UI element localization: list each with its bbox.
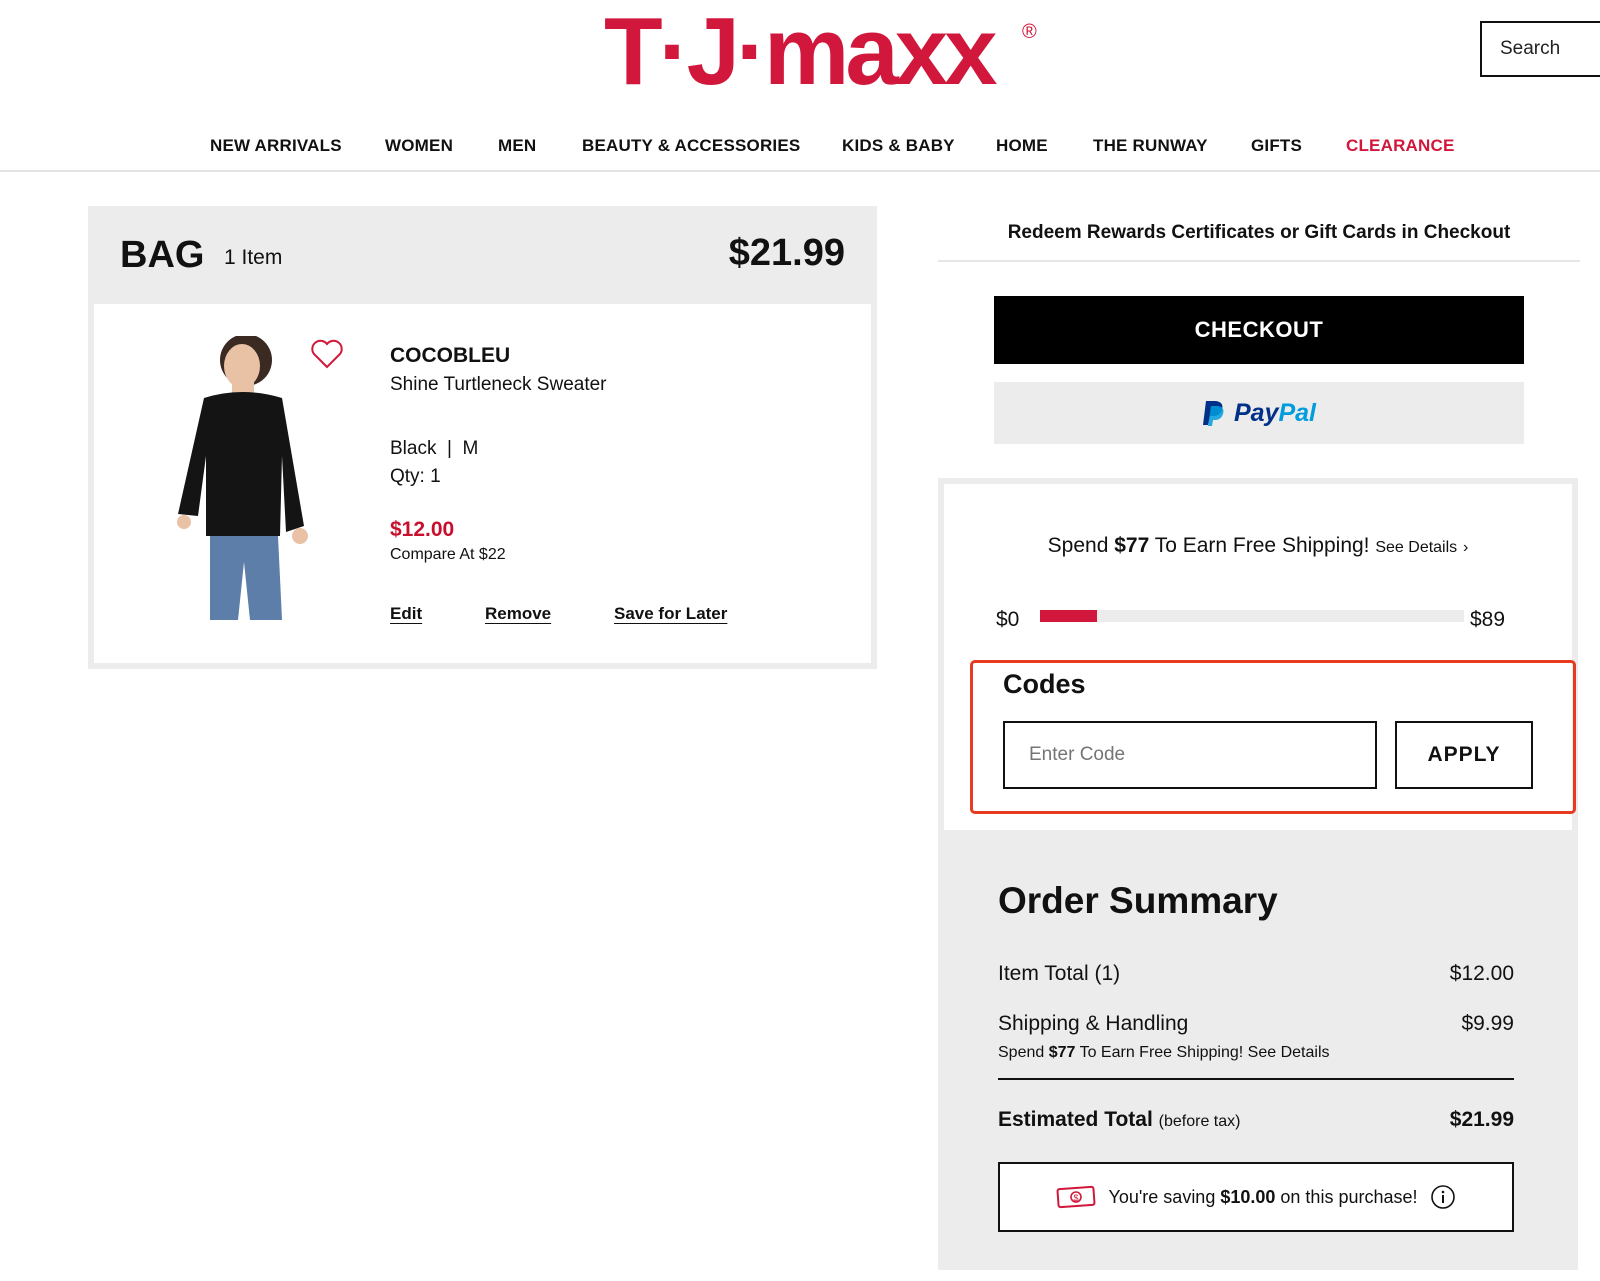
paypal-icon: [1202, 401, 1224, 426]
svg-text:$: $: [1074, 1193, 1079, 1203]
edit-link[interactable]: Edit: [390, 604, 422, 624]
product-brand: COCOBLEU: [390, 344, 511, 367]
product-compare-price: Compare At $22: [390, 546, 506, 563]
saving-prefix: You're saving: [1108, 1186, 1221, 1207]
saving-suffix: on this purchase!: [1275, 1186, 1418, 1207]
nav-the-runway[interactable]: THE RUNWAY: [1093, 136, 1208, 156]
shipping-progress-fill: [1040, 610, 1098, 622]
paypal-pal-text: Pal: [1278, 398, 1316, 427]
see-details-link[interactable]: See Details: [1375, 539, 1457, 556]
bag-total: $21.99: [728, 232, 845, 274]
item-total-row: Item Total (1) $12.00: [998, 962, 1514, 986]
heart-icon[interactable]: [310, 338, 344, 370]
remove-link[interactable]: Remove: [485, 604, 551, 624]
item-total-value: $12.00: [1449, 962, 1514, 985]
nav-new-arrivals[interactable]: NEW ARRIVALS: [210, 136, 342, 156]
bag-line-item: COCOBLEU Shine Turtleneck Sweater Black …: [94, 304, 871, 663]
product-image[interactable]: [154, 334, 324, 620]
summary-divider: [998, 1078, 1514, 1080]
nav-beauty-accessories[interactable]: BEAUTY & ACCESSORIES: [582, 136, 800, 156]
apply-button[interactable]: APPLY: [1395, 721, 1533, 789]
promo-code-input[interactable]: [1003, 721, 1377, 789]
nav-home[interactable]: HOME: [996, 136, 1048, 156]
shipping-amount: $77: [1114, 534, 1150, 557]
nav-gifts[interactable]: GIFTS: [1251, 136, 1302, 156]
search-input[interactable]: Search: [1480, 21, 1600, 77]
note-prefix: Spend: [998, 1044, 1049, 1061]
shipping-progress-bar: [1040, 610, 1464, 622]
progress-max-label: $89: [1470, 608, 1506, 631]
logo-text: T·J·maxx: [604, 4, 997, 105]
chevron-right-icon[interactable]: ›: [1463, 539, 1468, 556]
paypal-pay-text: Pay: [1233, 398, 1279, 427]
estimated-total-label: Estimated Total: [998, 1108, 1153, 1131]
free-shipping-card: Spend $77 To Earn Free Shipping! See Det…: [944, 484, 1576, 830]
estimated-total-value: $21.99: [1449, 1108, 1514, 1131]
before-tax-label: (before tax): [1158, 1113, 1241, 1130]
saving-amount: $10.00: [1220, 1186, 1276, 1207]
shipping-label: Shipping & Handling: [998, 1012, 1189, 1035]
search-placeholder: Search: [1500, 38, 1561, 59]
paypal-button[interactable]: PayPal: [994, 382, 1524, 444]
shipping-row: Shipping & Handling $9.99: [998, 1012, 1514, 1036]
free-shipping-message: Spend $77 To Earn Free Shipping! See Det…: [944, 534, 1572, 558]
savings-text: You're saving $10.00 on this purchase!: [1108, 1187, 1417, 1208]
shipping-spend-prefix: Spend: [1047, 534, 1115, 557]
nav-women[interactable]: WOMEN: [385, 136, 453, 156]
bag-item-count: 1 Item: [224, 246, 283, 269]
nav-kids-baby[interactable]: KIDS & BABY: [842, 136, 955, 156]
redeem-rewards-link[interactable]: Redeem Rewards Certificates or Gift Card…: [938, 222, 1580, 262]
bag-title: BAG: [120, 234, 205, 276]
shipping-spend-suffix: To Earn Free Shipping!: [1149, 534, 1376, 557]
estimated-total-row: Estimated Total (before tax) $21.99: [998, 1108, 1514, 1132]
item-total-label: Item Total (1): [998, 962, 1121, 985]
logo-graphic: T·J·maxx ®: [604, 0, 1037, 105]
nav-clearance[interactable]: CLEARANCE: [1346, 136, 1455, 156]
money-icon: $: [1057, 1185, 1096, 1209]
codes-title: Codes: [1003, 669, 1086, 699]
summary-panel: Spend $77 To Earn Free Shipping! See Det…: [938, 478, 1578, 1270]
main-nav: NEW ARRIVALS WOMEN MEN BEAUTY & ACCESSOR…: [0, 130, 1600, 172]
nav-men[interactable]: MEN: [498, 136, 536, 156]
product-variant: Black | M: [390, 438, 479, 459]
savings-banner: $ You're saving $10.00 on this purchase!: [998, 1162, 1514, 1232]
product-price: $12.00: [390, 518, 455, 541]
note-amount: $77: [1048, 1044, 1076, 1061]
bag-panel: BAG 1 Item $21.99 COCOBLEU Shine Turtlen…: [88, 206, 877, 669]
codes-section: Codes APPLY: [970, 660, 1576, 814]
progress-min-label: $0: [996, 608, 1020, 631]
info-icon[interactable]: [1430, 1184, 1456, 1210]
shipping-note: Spend $77 To Earn Free Shipping! See Det…: [998, 1044, 1330, 1062]
tjmaxx-logo[interactable]: T·J·maxx ®: [604, 0, 1044, 114]
product-quantity: Qty: 1: [390, 466, 441, 487]
save-for-later-link[interactable]: Save for Later: [614, 604, 727, 624]
registered-mark: ®: [1022, 21, 1037, 43]
order-summary-title: Order Summary: [998, 880, 1278, 921]
product-name[interactable]: Shine Turtleneck Sweater: [390, 374, 607, 396]
shipping-value: $9.99: [1461, 1012, 1514, 1035]
checkout-button[interactable]: CHECKOUT: [994, 296, 1524, 364]
note-suffix[interactable]: To Earn Free Shipping! See Details: [1075, 1044, 1330, 1061]
